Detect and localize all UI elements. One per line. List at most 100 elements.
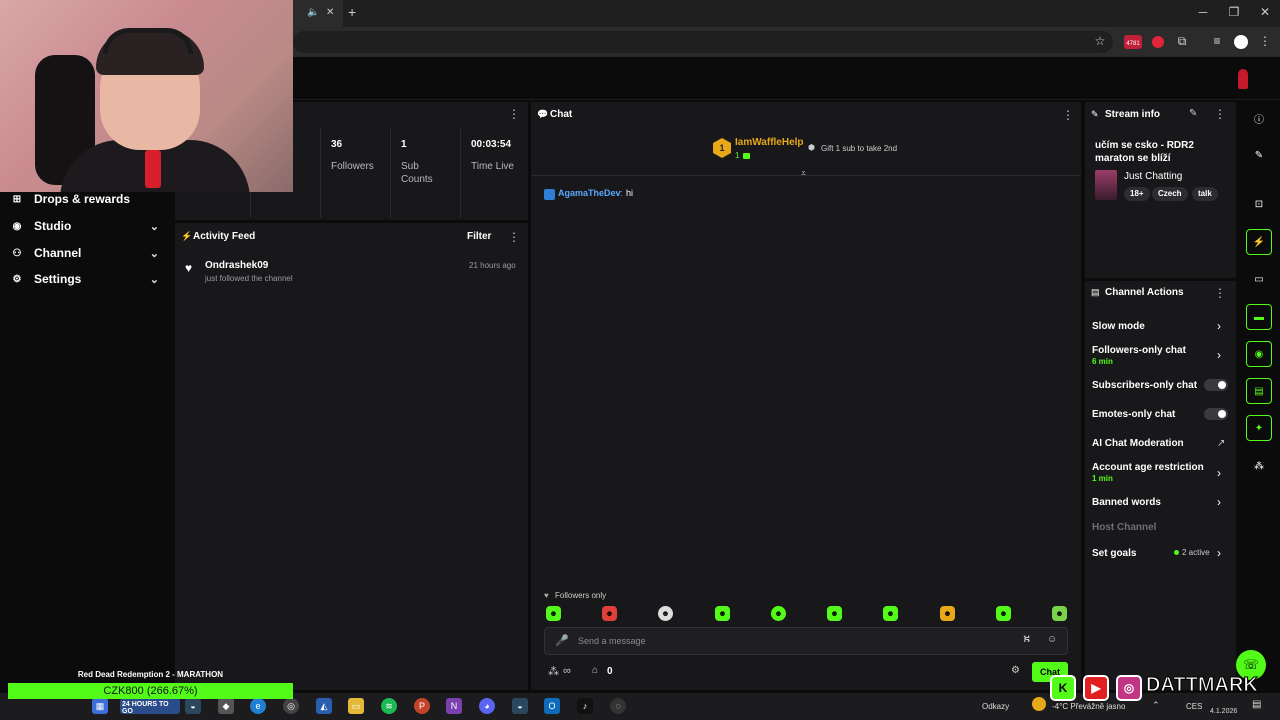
steam-icon[interactable]: ◒ xyxy=(185,698,201,714)
chevron-right-icon[interactable]: › xyxy=(1217,466,1227,480)
store-icon[interactable]: ⌂ xyxy=(592,665,598,676)
profile-avatar[interactable] xyxy=(1234,35,1248,49)
puzzle-icon[interactable]: ⧉ xyxy=(1174,34,1190,49)
weather-icon[interactable] xyxy=(1032,697,1046,711)
sidebar-item-channel[interactable]: ⚇ Channel ⌄ xyxy=(0,240,173,266)
top-gifter-name[interactable]: IamWaffleHelp xyxy=(735,137,804,148)
chevron-right-icon[interactable]: › xyxy=(1217,348,1227,362)
speaker-icon[interactable]: 🔈 xyxy=(307,7,319,18)
filter-button[interactable]: Filter xyxy=(467,231,491,242)
follower-name[interactable]: Ondrashek09 xyxy=(205,260,268,271)
chat-username[interactable]: AgamaTheDev xyxy=(558,188,621,198)
spotify-icon[interactable]: ≋ xyxy=(381,698,397,714)
translate-icon[interactable]: ⛕ xyxy=(1023,634,1030,647)
edit-icon[interactable]: ✎ xyxy=(1246,142,1272,168)
language-indicator[interactable]: CES xyxy=(1186,702,1202,711)
sidebar-item-settings[interactable]: ⚙ Settings ⌄ xyxy=(0,266,173,292)
ai-moderation-row[interactable]: AI Chat Moderation xyxy=(1092,438,1228,449)
chevron-right-icon[interactable]: › xyxy=(1217,546,1227,560)
emote-icon[interactable]: ☻ xyxy=(658,606,673,621)
chat-input[interactable]: 🎤 Send a message ⛕ ☺ xyxy=(544,627,1068,655)
edge-icon[interactable]: e xyxy=(250,698,266,714)
subscribers-only-toggle[interactable] xyxy=(1204,379,1228,391)
powerpoint-icon[interactable]: P xyxy=(414,698,430,714)
emote-icon[interactable]: ☻ xyxy=(715,606,730,621)
stream-info-menu-icon[interactable]: ⋮ xyxy=(1214,107,1226,121)
gift-cta[interactable]: Gift 1 sub to take 2nd xyxy=(821,144,897,153)
sidebar-item-studio[interactable]: ◉ Studio ⌄ xyxy=(0,213,173,239)
lightning-icon[interactable]: ⚡ xyxy=(1246,229,1272,255)
more-tools-icon[interactable]: ⁂ xyxy=(1246,453,1272,479)
emote-icon[interactable]: ☻ xyxy=(940,606,955,621)
emote-icon[interactable]: ☻ xyxy=(827,606,842,621)
tab-close-icon[interactable]: ✕ xyxy=(326,7,334,18)
camera-icon[interactable]: ⊡ xyxy=(1246,191,1272,217)
emote-icon[interactable]: ☻ xyxy=(771,606,786,621)
browser-tab[interactable]: 🔈 ✕ xyxy=(293,0,343,27)
broadcast-icon[interactable]: ◉ xyxy=(1246,341,1272,367)
category-thumbnail[interactable] xyxy=(1095,170,1117,200)
countdown-widget[interactable]: 24 HOURS TO GO xyxy=(120,698,180,715)
chevron-right-icon[interactable]: › xyxy=(1217,319,1227,333)
tag-badge[interactable]: 18+ xyxy=(1124,187,1150,201)
banned-words-row[interactable]: Banned words xyxy=(1092,497,1228,508)
folder-icon[interactable]: ▭ xyxy=(348,698,364,714)
extension-icon[interactable]: 4781 xyxy=(1124,35,1142,49)
bookmark-star-icon[interactable]: ☆ xyxy=(1092,34,1108,48)
chevron-right-icon[interactable]: › xyxy=(1217,495,1227,509)
stats-menu-icon[interactable]: ⋮ xyxy=(508,107,520,121)
edit-icon[interactable]: ✎ xyxy=(1189,108,1197,119)
tag-badge[interactable]: talk xyxy=(1192,187,1218,201)
tray-chevron-icon[interactable]: ⌃ xyxy=(1152,700,1160,711)
emote-icon[interactable]: ☻ xyxy=(602,606,617,621)
emote-icon[interactable]: ☻ xyxy=(883,606,898,621)
url-input[interactable] xyxy=(293,31,1113,53)
minimize-button[interactable]: ─ xyxy=(1196,5,1210,19)
new-tab-button[interactable]: + xyxy=(348,4,356,20)
document-icon[interactable]: ▭ xyxy=(1246,266,1272,292)
browser-menu-icon[interactable]: ⋮ xyxy=(1257,34,1273,48)
chat-menu-icon[interactable]: ⋮ xyxy=(1062,108,1074,122)
microphone-icon[interactable]: 🎤 xyxy=(555,634,569,647)
info-icon[interactable]: ⓘ xyxy=(1246,105,1272,131)
obs-icon[interactable]: ◌ xyxy=(610,698,626,714)
window-close-button[interactable]: ✕ xyxy=(1258,5,1272,19)
links-toolbar[interactable]: Odkazy xyxy=(982,702,1009,711)
collapse-icon[interactable]: ⩡ xyxy=(801,168,806,179)
notification-icon[interactable]: ▤ xyxy=(1252,699,1261,710)
external-link-icon[interactable]: ↗ xyxy=(1217,438,1225,449)
discord-icon[interactable]: ◕ xyxy=(479,698,495,714)
category-name[interactable]: Just Chatting xyxy=(1124,171,1182,182)
widgets-icon[interactable]: ▦ xyxy=(92,698,108,714)
emote-icon[interactable]: ☻ xyxy=(1052,606,1067,621)
chat-icon[interactable]: ▬ xyxy=(1246,304,1272,330)
app-icon[interactable]: ◭ xyxy=(316,698,332,714)
gift-icon: ⊞ xyxy=(12,193,22,205)
onenote-icon[interactable]: N xyxy=(446,698,462,714)
user-avatar[interactable] xyxy=(1238,69,1248,89)
outlook-icon[interactable]: O xyxy=(544,698,560,714)
clock-date[interactable]: 4.1.2026 xyxy=(1210,708,1237,715)
reading-list-icon[interactable]: ≡ xyxy=(1209,34,1225,48)
channel-actions-menu-icon[interactable]: ⋮ xyxy=(1214,286,1226,300)
chrome-icon[interactable]: ◎ xyxy=(283,698,299,714)
weather-text[interactable]: -4°C Převážně jasno xyxy=(1052,702,1125,711)
app-icon[interactable]: ◆ xyxy=(218,698,234,714)
wrench-icon[interactable]: ✦ xyxy=(1246,415,1272,441)
steam-icon[interactable]: ◒ xyxy=(512,698,528,714)
tiktok-icon[interactable]: ♪ xyxy=(577,698,593,714)
activity-menu-icon[interactable]: ⋮ xyxy=(508,230,520,244)
restore-button[interactable]: ❐ xyxy=(1227,5,1241,19)
tag-badge[interactable]: Czech xyxy=(1152,187,1188,201)
record-icon[interactable] xyxy=(1152,36,1164,48)
chat-settings-icon[interactable]: ⚙ xyxy=(1011,665,1020,676)
emotes-only-toggle[interactable] xyxy=(1204,408,1228,420)
followers-only-row[interactable]: Followers-only chat 6 min xyxy=(1092,345,1228,366)
emote-icon[interactable]: ☻ xyxy=(546,606,561,621)
emote-icon[interactable]: ☻ xyxy=(996,606,1011,621)
layout-icon[interactable]: ▤ xyxy=(1246,378,1272,404)
channel-points-icon[interactable]: ⁂ xyxy=(548,665,559,678)
slow-mode-row[interactable]: Slow mode xyxy=(1092,321,1228,332)
account-age-row[interactable]: Account age restriction 1 min xyxy=(1092,462,1228,483)
emoji-icon[interactable]: ☺ xyxy=(1047,634,1057,645)
